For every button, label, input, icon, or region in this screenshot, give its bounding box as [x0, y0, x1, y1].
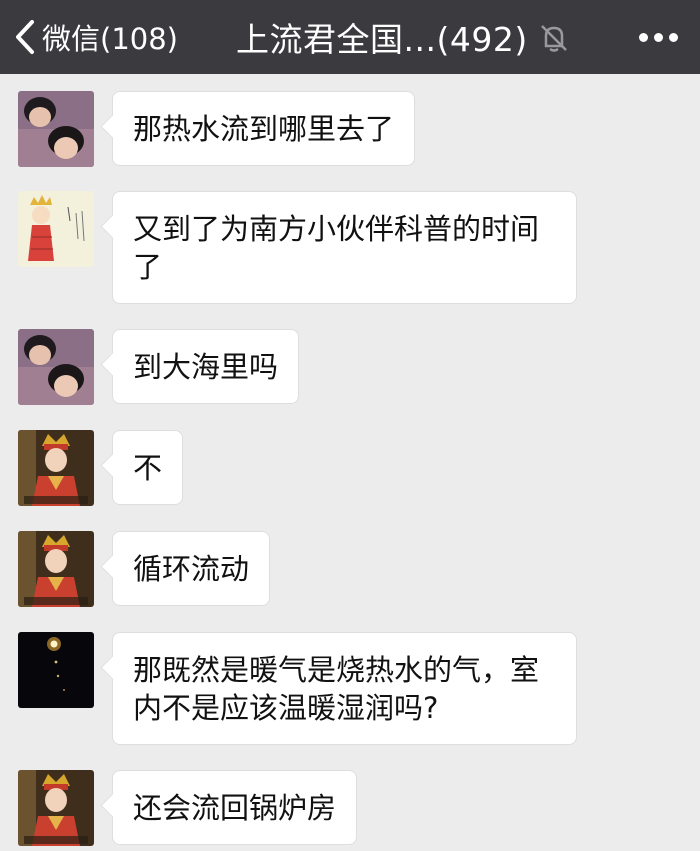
- message-bubble[interactable]: 不: [112, 430, 184, 505]
- message-bubble[interactable]: 到大海里吗: [112, 329, 300, 404]
- chat-message-list[interactable]: 那热水流到哪里去了 又到了为南方小伙伴科普的时间了 到大海里吗 不 循环流动 那…: [0, 74, 700, 851]
- message-text: 那热水流到哪里去了: [133, 112, 395, 146]
- avatar-night-light-icon: [18, 632, 94, 708]
- more-dot: [669, 32, 678, 42]
- back-label: 微信(108): [42, 22, 178, 56]
- avatar[interactable]: [18, 430, 94, 506]
- message-bubble[interactable]: 循环流动: [112, 531, 271, 606]
- message-bubble[interactable]: 那既然是暖气是烧热水的气，室内不是应该温暖湿润吗?: [112, 632, 577, 745]
- avatar[interactable]: [18, 191, 94, 267]
- avatar-monk-icon: [18, 430, 94, 506]
- chat-title-area: 上流君全国...(492): [236, 0, 572, 74]
- top-bar: 微信(108) 上流君全国...(492): [0, 0, 700, 74]
- more-button[interactable]: [639, 0, 678, 74]
- avatar[interactable]: [18, 632, 94, 708]
- message-bubble[interactable]: 那热水流到哪里去了: [112, 91, 416, 166]
- avatar-boy-icon: [18, 329, 94, 405]
- more-dot: [654, 32, 663, 42]
- mute-bell-icon: [540, 25, 567, 52]
- more-dots-icon: [639, 32, 648, 42]
- message-text: 不: [133, 451, 163, 485]
- avatar[interactable]: [18, 770, 94, 846]
- back-button[interactable]: 微信(108): [14, 0, 178, 74]
- avatar-boy-icon: [18, 91, 94, 167]
- avatar-monk-icon: [18, 531, 94, 607]
- message-bubble[interactable]: 还会流回锅炉房: [112, 770, 358, 845]
- avatar-monk-icon: [18, 770, 94, 846]
- avatar-cartoon-monk-icon: [18, 191, 94, 267]
- chat-title: 上流君全国...(492): [236, 20, 528, 59]
- avatar[interactable]: [18, 531, 94, 607]
- message-text: 又到了为南方小伙伴科普的时间了: [133, 212, 540, 284]
- message-text: 还会流回锅炉房: [133, 791, 337, 825]
- message-text: 到大海里吗: [133, 350, 279, 384]
- chevron-left-icon: [16, 20, 34, 54]
- avatar[interactable]: [18, 329, 94, 405]
- message-text: 循环流动: [133, 552, 250, 586]
- avatar[interactable]: [18, 91, 94, 167]
- message-text: 那既然是暖气是烧热水的气，室内不是应该温暖湿润吗?: [133, 653, 540, 725]
- message-bubble[interactable]: 又到了为南方小伙伴科普的时间了: [112, 191, 577, 304]
